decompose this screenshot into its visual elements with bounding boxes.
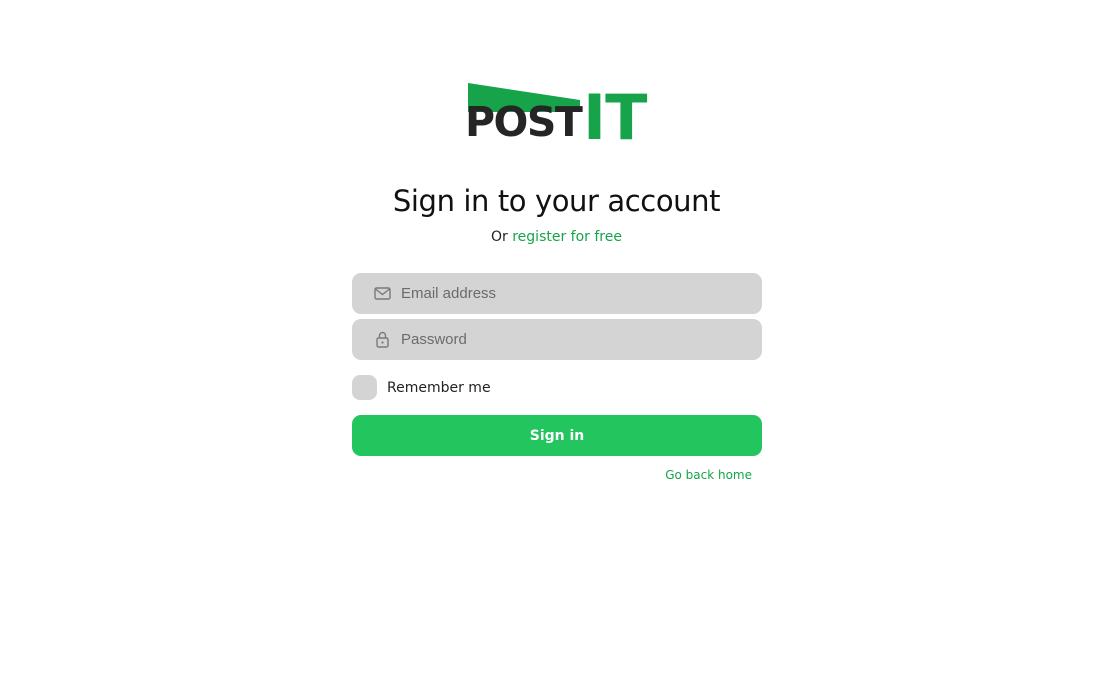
email-input[interactable]: [401, 273, 751, 314]
remember-me-checkbox[interactable]: [352, 375, 377, 400]
login-page: POST IT Sign in to your account Or regis…: [0, 0, 1113, 687]
remember-me-row: Remember me: [352, 375, 491, 400]
logo-text-it: IT: [583, 81, 647, 154]
password-input[interactable]: [401, 319, 751, 360]
subtitle-prefix: Or: [491, 229, 508, 245]
password-field-container: [352, 319, 762, 360]
mail-icon: [374, 287, 391, 300]
go-back-home-link[interactable]: Go back home: [600, 467, 752, 483]
remember-me-label[interactable]: Remember me: [387, 380, 491, 396]
lock-icon: [376, 331, 389, 348]
page-title: Sign in to your account: [392, 184, 721, 218]
subtitle: Or register for free: [0, 227, 1113, 247]
logo-text-post: POST: [465, 98, 583, 146]
register-link[interactable]: register for free: [512, 229, 622, 245]
sign-in-button[interactable]: Sign in: [352, 415, 762, 456]
email-field-container: [352, 273, 762, 314]
postit-logo: POST IT: [465, 82, 651, 156]
